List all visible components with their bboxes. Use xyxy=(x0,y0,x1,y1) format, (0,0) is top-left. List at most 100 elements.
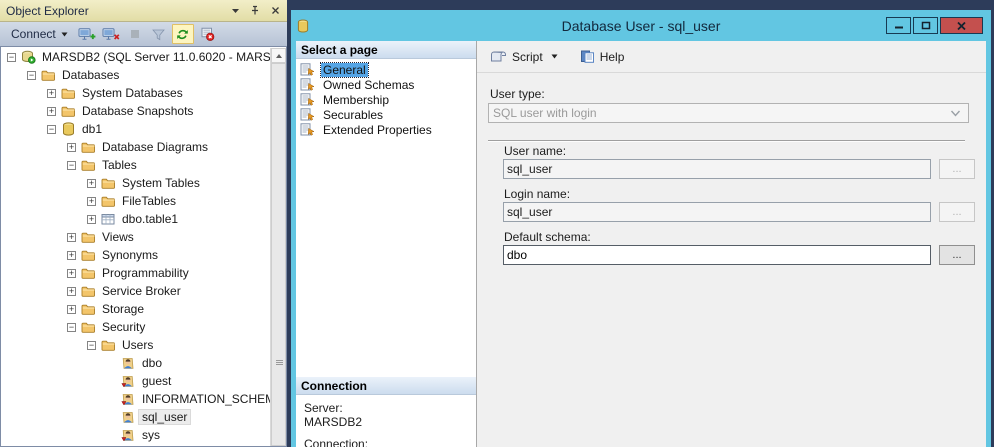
collapse-icon[interactable]: − xyxy=(67,161,76,170)
db-icon xyxy=(60,122,76,136)
expand-icon[interactable]: + xyxy=(67,305,76,314)
collapse-icon[interactable]: − xyxy=(87,341,96,350)
tree-scrollbar[interactable] xyxy=(270,48,286,446)
tree-item-sys[interactable]: sys xyxy=(1,426,271,444)
table-icon xyxy=(100,213,116,225)
tree-item-filetables[interactable]: + FileTables xyxy=(1,192,271,210)
help-doc-icon xyxy=(580,50,595,63)
expand-icon[interactable]: + xyxy=(47,89,56,98)
tree-item-label: Security xyxy=(99,320,148,334)
server-icon xyxy=(20,50,36,64)
help-button[interactable]: Help xyxy=(577,48,628,66)
expand-icon[interactable]: + xyxy=(87,197,96,206)
connect-button[interactable]: Connect xyxy=(6,25,73,43)
script-button[interactable]: Script xyxy=(487,48,561,66)
close-button[interactable] xyxy=(940,17,983,34)
database-user-dialog: Database User - sql_user Select a page G… xyxy=(291,10,991,447)
tree-item-label: System Databases xyxy=(79,86,186,100)
user-name-field xyxy=(503,159,931,179)
login-name-label: Login name: xyxy=(504,187,570,201)
disconnect-server-button[interactable] xyxy=(100,24,122,44)
page-item-membership[interactable]: Membership xyxy=(296,92,476,107)
page-item-extended-properties[interactable]: Extended Properties xyxy=(296,122,476,137)
tree-item-databases[interactable]: −Databases xyxy=(1,66,271,84)
tree-item-programmability[interactable]: +Programmability xyxy=(1,264,271,282)
tree-item-db1[interactable]: − db1 xyxy=(1,120,271,138)
window-position-button[interactable] xyxy=(229,5,241,17)
connect-server-button[interactable] xyxy=(76,24,98,44)
tree-item-database-diagrams[interactable]: +Database Diagrams xyxy=(1,138,271,156)
expand-icon[interactable]: + xyxy=(67,233,76,242)
expand-icon[interactable]: + xyxy=(47,107,56,116)
tree-item-database-snapshots[interactable]: +Database Snapshots xyxy=(1,102,271,120)
collapse-icon[interactable]: − xyxy=(7,53,16,62)
page-item-general[interactable]: General xyxy=(296,62,476,77)
pin-button[interactable] xyxy=(249,5,261,17)
tree-item-tables[interactable]: − Tables xyxy=(1,156,271,174)
tree-item-synonyms[interactable]: +Synonyms xyxy=(1,246,271,264)
expand-icon[interactable]: + xyxy=(67,287,76,296)
tree-item-label: Storage xyxy=(99,302,147,316)
page-icon xyxy=(299,78,315,91)
scrollbar-grip-icon xyxy=(276,360,283,361)
tree-item-views[interactable]: + Views xyxy=(1,228,271,246)
folder-icon xyxy=(80,231,96,243)
tree-item-system-databases[interactable]: + System Databases xyxy=(1,84,271,102)
connection-header-label: Connection xyxy=(301,379,367,393)
tree-item-guest[interactable]: guest xyxy=(1,372,271,390)
connect-server-icon xyxy=(78,27,96,41)
user-type-value: SQL user with login xyxy=(493,106,597,120)
collapse-icon[interactable]: − xyxy=(27,71,36,80)
tree-item-label: Views xyxy=(99,230,137,244)
collapse-icon[interactable]: − xyxy=(47,125,56,134)
tree-item-dbo-table1[interactable]: +dbo.table1 xyxy=(1,210,271,228)
tree-item-label: FileTables xyxy=(119,194,179,208)
default-schema-label: Default schema: xyxy=(504,230,591,244)
folder-icon xyxy=(60,87,76,99)
collapse-icon[interactable]: − xyxy=(67,323,76,332)
tree-item-security[interactable]: − Security xyxy=(1,318,271,336)
tree-item-information-schema[interactable]: INFORMATION_SCHEMA xyxy=(1,390,271,408)
dialog-toolbar: Script Help xyxy=(477,41,986,73)
user-type-combobox: SQL user with login xyxy=(488,103,969,123)
script-error-button[interactable] xyxy=(196,24,218,44)
chevron-down-icon xyxy=(551,54,558,59)
expand-icon[interactable]: + xyxy=(87,215,96,224)
tree-item-system-tables[interactable]: +System Tables xyxy=(1,174,271,192)
tree-item-label: sql_user xyxy=(139,410,190,424)
default-schema-browse-button[interactable]: ... xyxy=(939,245,975,265)
tree-item-label: guest xyxy=(139,374,174,388)
expand-icon[interactable]: + xyxy=(87,179,96,188)
user-name-browse-button: ... xyxy=(939,159,975,179)
screen: { "colors": { "desktop_background": "#2d… xyxy=(0,0,994,447)
scroll-up-button[interactable] xyxy=(271,48,286,63)
tree-item-service-broker[interactable]: +Service Broker xyxy=(1,282,271,300)
filter-icon xyxy=(151,28,166,41)
minimize-button[interactable] xyxy=(886,17,911,34)
scrollbar-thumb[interactable] xyxy=(271,63,286,446)
page-item-owned-schemas[interactable]: Owned Schemas xyxy=(296,77,476,92)
default-schema-field[interactable] xyxy=(503,245,931,265)
page-item-securables[interactable]: Securables xyxy=(296,107,476,122)
folder-icon xyxy=(80,267,96,279)
tree-item-label: db1 xyxy=(79,122,105,136)
tree-item-label: MARSDB2 (SQL Server 11.0.6020 - MARSD xyxy=(39,50,271,64)
tree-item-sql-user[interactable]: sql_user xyxy=(1,408,271,426)
tree-item-label: dbo xyxy=(139,356,165,370)
page-item-label: General xyxy=(321,63,368,77)
minimize-icon xyxy=(894,21,904,30)
refresh-button[interactable] xyxy=(172,24,194,44)
expand-icon[interactable]: + xyxy=(67,269,76,278)
stop-button[interactable] xyxy=(124,24,146,44)
expand-icon[interactable]: + xyxy=(67,251,76,260)
expand-icon[interactable]: + xyxy=(67,143,76,152)
tree-item-label: Tables xyxy=(99,158,140,172)
filter-button[interactable] xyxy=(148,24,170,44)
tree-item-marsdb2-sql-server-11-0-6020-marsd[interactable]: − MARSDB2 (SQL Server 11.0.6020 - MARSD xyxy=(1,48,271,66)
tree-item-storage[interactable]: + Storage xyxy=(1,300,271,318)
object-explorer-titlebar: Object Explorer xyxy=(0,0,287,22)
tree-item-dbo[interactable]: dbo xyxy=(1,354,271,372)
close-button[interactable] xyxy=(269,5,281,17)
tree-item-users[interactable]: −Users xyxy=(1,336,271,354)
maximize-button[interactable] xyxy=(913,17,938,34)
